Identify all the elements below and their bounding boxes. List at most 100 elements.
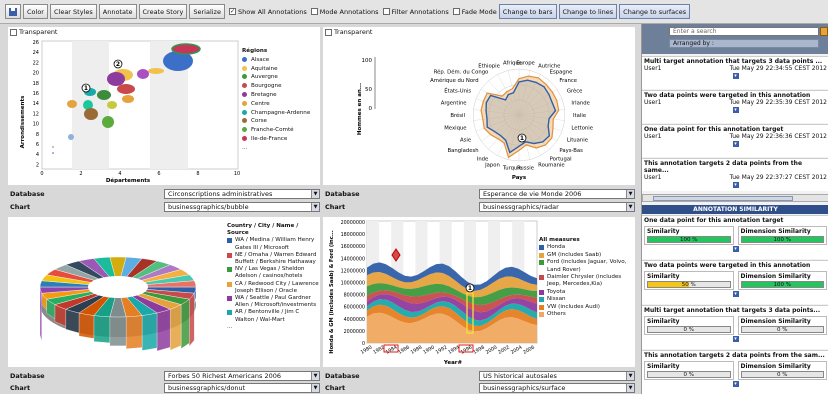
dimension-value: 100 % [773,237,791,243]
annotation-date: Tue May 29 22:37:27 CEST 2012 [729,174,828,181]
annotation-user: User1 [644,99,662,106]
similarity-value: 0 % [683,372,694,378]
create-story-button[interactable]: Create Story [138,4,188,19]
annotation-user: User1 [644,65,662,72]
dimension-label: Dimension Similarity [740,318,811,325]
search-icon[interactable] [820,27,828,36]
annotation-item[interactable]: Two data points were targeted in this an… [642,90,828,123]
legend-swatch [242,65,247,71]
legend-item: VW (includes Audi) [539,304,634,311]
legend-label: Champagne-Ardenne [251,109,311,116]
horizontal-scrollbar[interactable] [642,194,828,202]
bubble-chart-row: Chart businessgraphics/bubble ▼ [8,201,320,213]
legend-swatch [227,238,232,244]
y-tick-label: 22 [33,60,39,66]
serialize-button[interactable]: Serialize [189,4,225,19]
y-tick-label: 6000000 [344,305,365,311]
y-tick-label: 24 [33,50,39,56]
expand-icon[interactable]: ▾ [732,246,739,252]
radar-chart-row: Chart businessgraphics/radar ▼ [323,201,635,213]
clear-styles-button[interactable]: Clear Styles [49,4,97,19]
annotation-marker-2[interactable]: 2 [116,61,120,68]
donut-database-select[interactable]: Forbes 50 Richest Americans 2006 ▼ [164,371,320,381]
donut-slice-side [109,316,127,346]
save-icon[interactable] [5,4,21,19]
dimension-label: Dimension Similarity [740,363,811,370]
chevron-down-icon[interactable]: ▼ [311,190,319,198]
radar-chart: Hommes en an... 100 50 0 EuropeAutricheE… [357,57,593,181]
similarity-box: Similarity 0 % [644,361,734,380]
legend-title: Régions [242,48,268,54]
similarity-item[interactable]: Multi target annotation that targets 3 d… [642,305,828,349]
annotation-item[interactable]: One data point for this annotation targe… [642,124,828,157]
similarity-grid: Similarity 100 % Dimension Similarity 100 % [644,226,827,245]
radar-country-label: Argentine [441,100,467,106]
chart-label: Chart [325,384,346,392]
filter-annotations-checkbox[interactable]: Filter Annotations [382,8,449,16]
similarity-item[interactable]: This annotation targets 2 data points fr… [642,350,828,394]
donut-chart-panel: Country / City / Name / Source WA / Medi… [8,217,320,367]
surface-chart-select[interactable]: businessgraphics/surface ▼ [479,383,635,393]
bubble-chart-select[interactable]: businessgraphics/bubble ▼ [164,202,320,212]
legend-swatch [539,312,544,318]
annotation-marker-1[interactable]: 1 [520,135,524,142]
mode-annotations-checkbox[interactable]: Mode Annotations [310,8,379,16]
x-tick-label: 2000 [485,344,499,355]
search-input[interactable]: Enter a search [669,27,819,36]
annotation-title: Two data points were targeted in this an… [644,92,811,99]
legend-label: Others [547,311,566,318]
expand-icon[interactable]: ▾ [732,141,739,147]
change-to-lines-button[interactable]: Change to lines [558,4,618,19]
radar-database-select[interactable]: Esperance de vie Monde 2006 ▼ [479,189,635,199]
similarity-item[interactable]: One data point for this annotation targe… [642,215,828,259]
annotation-marker-1[interactable]: 1 [468,285,472,292]
radar-country-label: Mexique [444,126,466,132]
chevron-down-icon[interactable]: ▼ [311,384,319,392]
expand-icon[interactable]: ▾ [732,73,739,79]
color-button[interactable]: Color [23,4,48,19]
radar-country-label: Irlande [571,100,589,106]
change-to-bars-button[interactable]: Change to bars [498,4,557,19]
chevron-down-icon[interactable]: ▼ [626,203,634,211]
similarity-title: Two data points were targeted in this an… [644,262,811,269]
annotate-button[interactable]: Annotate [98,4,137,19]
similarity-title: This annotation targets 2 data points fr… [644,352,825,359]
expand-icon[interactable]: ▾ [732,182,739,188]
show-all-annotations-checkbox[interactable]: ✓ Show All Annotations [228,8,307,16]
expand-icon[interactable]: ▾ [732,291,739,297]
radar-database-row: Database Esperance de vie Monde 2006 ▼ [323,188,635,200]
legend-item: NE / Omaha / Warren Edward Buffett / Ber… [227,252,319,266]
change-to-surfaces-button[interactable]: Change to surfaces [619,4,691,19]
chevron-down-icon[interactable]: ▼ [626,190,634,198]
legend-item: Alsace [242,56,310,65]
similarity-label: Similarity [647,228,680,235]
chevron-down-icon[interactable]: ▼ [311,203,319,211]
database-label: Database [10,372,45,380]
annotation-item[interactable]: This annotation targets 2 data points fr… [642,158,828,191]
radar-chart-select[interactable]: businessgraphics/radar ▼ [479,202,635,212]
expand-icon[interactable]: ▾ [732,381,739,387]
x-tick-label: 10 [234,171,240,177]
surface-chart-row: Chart businessgraphics/surface ▼ [323,382,635,394]
annotation-marker-1[interactable]: 1 [84,85,88,92]
fade-mode-checkbox[interactable]: Fade Mode [452,8,497,16]
surface-database-select[interactable]: US historical autosales ▼ [479,371,635,381]
expand-icon[interactable]: ▾ [732,107,739,113]
chevron-down-icon[interactable]: ▼ [311,372,319,380]
annotation-item[interactable]: Multi target annotation that targets 3 d… [642,56,828,89]
arranged-by-select[interactable]: Arranged by : [669,39,819,48]
y-tick-label: 4 [36,152,39,158]
chevron-down-icon[interactable]: ▼ [626,384,634,392]
legend-item: Bourgogne [242,82,310,91]
similarity-grid: Similarity 0 % Dimension Similarity 0 % [644,361,827,380]
bubble-database-select[interactable]: Circonscriptions administratives ▼ [164,189,320,199]
expand-icon[interactable]: ▾ [732,336,739,342]
dimension-bar: 100 % [740,281,824,288]
annotation-user: User1 [644,133,662,140]
donut-chart-select[interactable]: businessgraphics/donut ▼ [164,383,320,393]
chevron-down-icon[interactable]: ▼ [626,372,634,380]
y-tick-label: 0 [362,341,365,347]
legend-label: NE / Omaha / Warren Edward Buffett / Ber… [235,251,317,266]
y-tick-label: 12000000 [341,268,365,274]
similarity-item[interactable]: Two data points were targeted in this an… [642,260,828,304]
